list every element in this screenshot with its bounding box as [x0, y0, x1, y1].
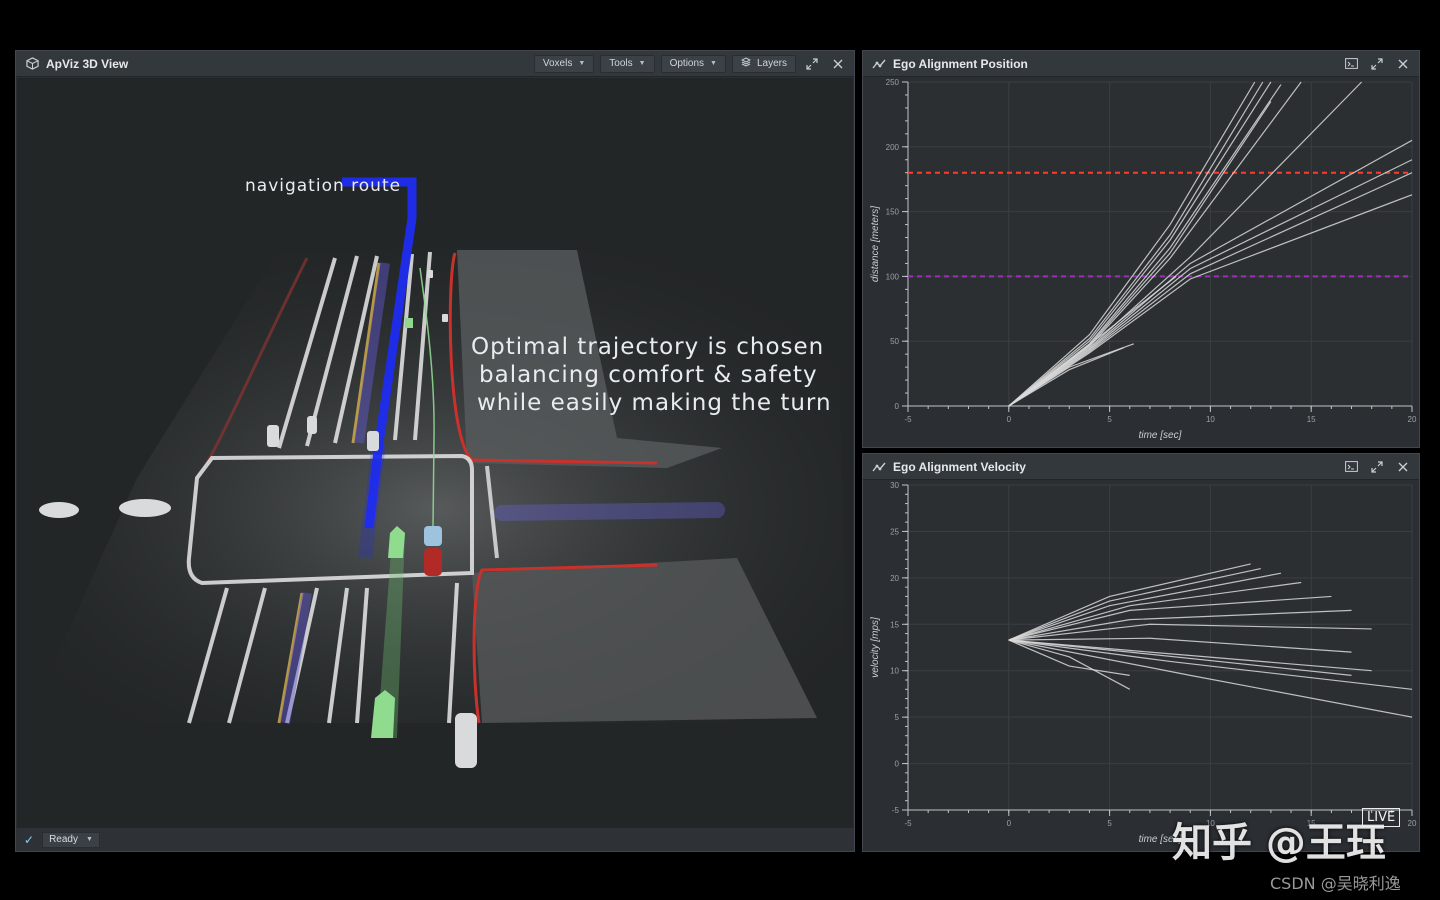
x-tick-label: 20 — [1408, 415, 1417, 424]
y-tick-label: 15 — [890, 620, 899, 629]
chevron-down-icon: ▼ — [85, 836, 93, 843]
y-tick-label: -5 — [892, 806, 900, 815]
green-marker-1 — [405, 318, 413, 328]
expand-icon[interactable] — [1367, 458, 1387, 476]
voxels-menu[interactable]: Voxels ▼ — [533, 54, 595, 73]
caption-line-2: balancing comfort & safety — [479, 362, 818, 388]
velocity-chart[interactable]: -5 0 5 10 15 20-5051015202530time [sec]veloci… — [864, 481, 1420, 852]
velocity-title: Ego Alignment Velocity — [893, 459, 1026, 474]
y-tick-label: 30 — [890, 481, 899, 490]
y-tick-label: 25 — [890, 527, 899, 536]
velocity-header: Ego Alignment Velocity — [863, 454, 1419, 480]
y-tick-label: 0 — [895, 760, 900, 769]
position-panel: Ego Alignment Position -5 0 5 10 15 20 0 50 100 1… — [862, 50, 1420, 448]
layers-icon — [740, 57, 752, 70]
velocity-panel: Ego Alignment Velocity -5 0 5 10 15 20 -5 0 5 10 1… — [862, 453, 1420, 852]
layers-button[interactable]: Layers — [731, 54, 796, 73]
live-badge: LIVE — [1362, 808, 1401, 827]
apviz-title: ApViz 3D View — [46, 56, 129, 71]
x-tick-label: 5 — [1107, 415, 1112, 424]
x-tick-label: -5 — [904, 819, 912, 828]
caption-line-1: Optimal trajectory is chosen — [471, 334, 825, 360]
close-icon[interactable] — [1393, 458, 1413, 476]
x-tick-label: -5 — [904, 415, 912, 424]
close-icon[interactable] — [1393, 55, 1413, 73]
y-tick-label: 200 — [886, 143, 900, 152]
x-tick-label: 5 — [1107, 819, 1112, 828]
navigation-route-label: navigation route — [245, 176, 402, 196]
status-dropdown[interactable]: Ready ▼ — [42, 831, 100, 848]
y-tick-label: 5 — [895, 713, 900, 722]
apviz-header: ApViz 3D View Voxels ▼ Tools ▼ Options ▼ La… — [16, 51, 854, 77]
chart-icon — [871, 56, 887, 72]
chart-icon — [871, 459, 887, 475]
x-tick-label: 10 — [1206, 415, 1215, 424]
expand-icon[interactable] — [1367, 55, 1387, 73]
console-icon[interactable] — [1341, 55, 1361, 73]
plot-area — [908, 82, 1412, 406]
y-axis-label: distance [meters] — [870, 206, 881, 282]
layers-label: Layers — [756, 58, 787, 69]
x-tick-label: 0 — [1007, 415, 1012, 424]
x-tick-label: 15 — [1307, 415, 1316, 424]
position-title: Ego Alignment Position — [893, 56, 1028, 71]
csdn-watermark: CSDN @吴晓利逸 — [1270, 874, 1401, 893]
position-header: Ego Alignment Position — [863, 51, 1419, 77]
options-label: Options — [669, 58, 705, 69]
cube-icon — [24, 56, 40, 72]
apviz-3d-view-panel: ApViz 3D View Voxels ▼ Tools ▼ Options ▼ La… — [15, 50, 855, 852]
options-menu[interactable]: Options ▼ — [660, 54, 726, 73]
chevron-down-icon: ▼ — [638, 60, 646, 67]
ego-vehicle — [424, 548, 442, 576]
chevron-down-icon: ▼ — [578, 60, 586, 67]
scene-svg — [27, 177, 847, 768]
check-icon: ✓ — [24, 832, 35, 847]
y-tick-label: 10 — [890, 667, 899, 676]
voxels-label: Voxels — [542, 58, 573, 69]
y-tick-label: 50 — [890, 337, 899, 346]
tools-menu[interactable]: Tools ▼ — [600, 54, 655, 73]
crossing-glow — [494, 502, 725, 521]
plot-area — [908, 485, 1412, 810]
console-icon[interactable] — [1341, 458, 1361, 476]
y-tick-label: 150 — [886, 208, 900, 217]
y-axis-label: velocity [mps] — [870, 617, 881, 678]
position-chart[interactable]: -5 0 5 10 15 20050100150200250time [sec]dista… — [864, 78, 1420, 448]
expand-icon[interactable] — [802, 55, 822, 73]
x-tick-label: 0 — [1007, 819, 1012, 828]
status-label: Ready — [49, 834, 78, 845]
x-axis-label: time [sec] — [1139, 430, 1182, 441]
tools-label: Tools — [609, 58, 633, 69]
caption-line-3: while easily making the turn — [477, 390, 832, 416]
close-icon[interactable] — [828, 55, 848, 73]
ego-vehicle-top — [424, 526, 442, 546]
y-tick-label: 20 — [890, 574, 899, 583]
3d-viewport[interactable]: navigation route Optimal trajectory is c… — [17, 78, 853, 831]
y-tick-label: 0 — [895, 402, 900, 411]
y-tick-label: 100 — [886, 272, 900, 281]
zhihu-watermark: 知乎 @王珏 — [1172, 820, 1386, 866]
y-tick-label: 250 — [886, 78, 900, 87]
status-bar: ✓ Ready ▼ — [16, 827, 854, 851]
x-tick-label: 20 — [1408, 819, 1417, 828]
chevron-down-icon: ▼ — [710, 60, 717, 67]
